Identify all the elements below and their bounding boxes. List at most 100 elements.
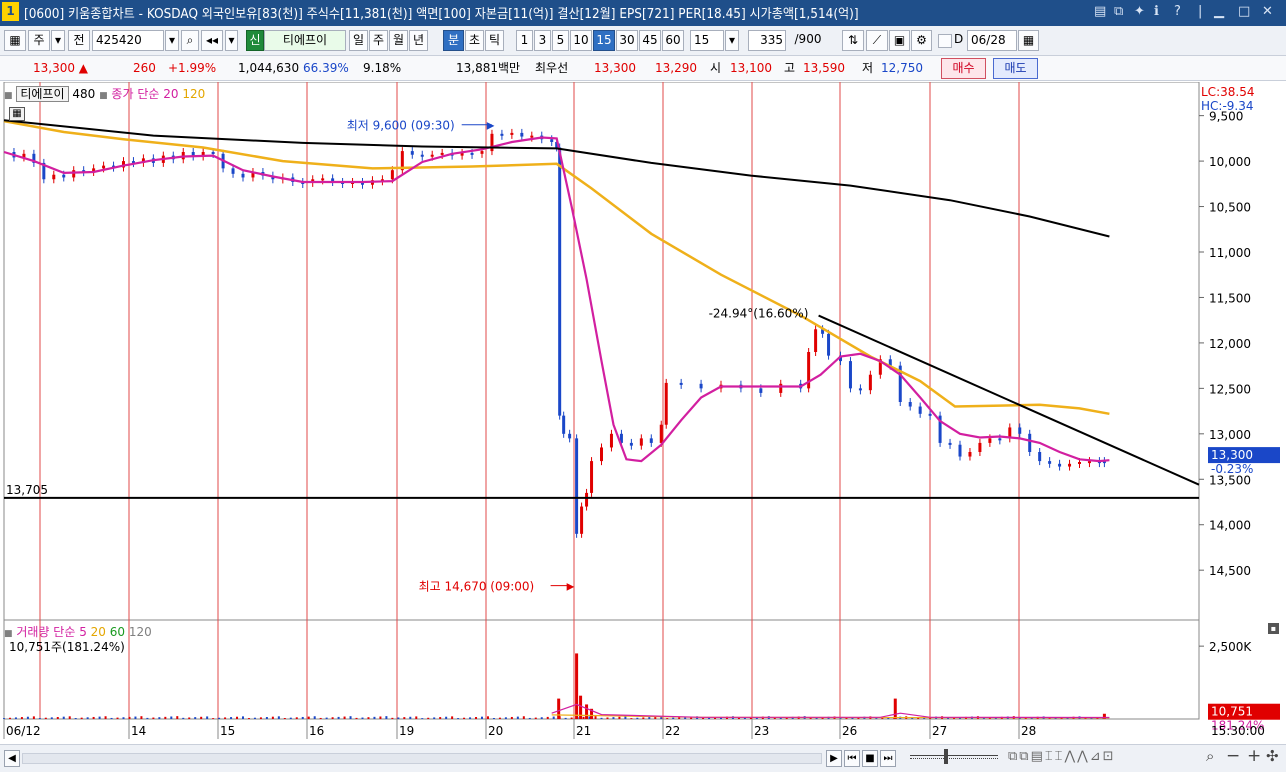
volume-bar	[575, 653, 579, 719]
scroll-left-icon[interactable]: ◀	[4, 750, 20, 767]
volume-bar	[182, 717, 185, 719]
candle-body	[998, 438, 1002, 441]
stock-code-input[interactable]: 425420	[92, 30, 164, 51]
volume-bar	[522, 716, 525, 719]
tab-minute[interactable]: 분	[443, 30, 464, 51]
scroll-right-icon[interactable]: ▶	[826, 750, 842, 767]
table-view-icon[interactable]: ▦	[9, 107, 25, 121]
tab-week[interactable]: 주	[369, 30, 388, 51]
volume-bar	[110, 717, 113, 719]
legend-ma20: 20	[163, 87, 179, 101]
volume-panel-menu-icon[interactable]: ▪	[1268, 623, 1279, 634]
last-page-icon[interactable]: ⏭	[880, 750, 896, 767]
copy-icon[interactable]: ⧉	[1114, 4, 1123, 19]
volume-bar	[325, 717, 328, 719]
volume-bar	[391, 717, 394, 719]
sell-button[interactable]: 매도	[993, 58, 1038, 79]
volume-bar	[678, 717, 681, 719]
x-tick-label: 21	[576, 724, 591, 738]
compare-icon[interactable]: ⇅	[842, 30, 864, 51]
zoom-out-icon[interactable]: −	[1226, 746, 1240, 766]
date-input[interactable]: 06/28	[967, 30, 1017, 51]
candle-body	[1038, 452, 1042, 462]
help-icon[interactable]: ?	[1174, 4, 1181, 19]
volume-current: 10,751주(181.24%)	[9, 640, 125, 654]
tab-day[interactable]: 일	[349, 30, 368, 51]
maximize-icon[interactable]: □	[1238, 4, 1250, 19]
volume-bar	[146, 717, 149, 719]
chart-settings-icon[interactable]: ▦	[4, 30, 26, 51]
interval-60[interactable]: 60	[662, 30, 684, 51]
prev-button[interactable]: 전	[68, 30, 90, 51]
candle-body	[390, 170, 394, 180]
move-icon[interactable]: ✣	[1266, 747, 1279, 765]
stop-icon[interactable]: ■	[862, 750, 878, 767]
interval-15[interactable]: 15	[593, 30, 615, 51]
candle-body	[1058, 463, 1062, 467]
first-page-icon[interactable]: ⏮	[844, 750, 860, 767]
candle-body	[52, 174, 56, 180]
candle-body	[948, 442, 952, 445]
interval-3[interactable]: 3	[534, 30, 551, 51]
trend-tool-icon[interactable]: ⟋	[866, 30, 888, 51]
trendline-descending	[818, 314, 1200, 486]
tab-month[interactable]: 월	[389, 30, 408, 51]
close-icon[interactable]: ✕	[1262, 4, 1273, 19]
volume-bar	[439, 717, 442, 719]
legend-stock-name[interactable]: 티에프이	[16, 86, 69, 102]
zoom-search-icon[interactable]: ⌕	[1206, 747, 1214, 765]
volume-bar	[313, 716, 316, 719]
volume-bar	[200, 716, 203, 719]
save-icon[interactable]: ▣	[889, 30, 910, 51]
tab-year[interactable]: 년	[409, 30, 428, 51]
tab-tick[interactable]: 틱	[485, 30, 504, 51]
pin-icon[interactable]: ✦	[1134, 4, 1145, 19]
chart-area[interactable]: 06/12 14 15 16 19 20 21 22 23 26 27 28 9,500 10,000 10…	[0, 81, 1286, 742]
zoom-slider[interactable]	[910, 755, 998, 759]
candle-body	[520, 132, 524, 137]
volume-bar	[510, 716, 513, 719]
zoom-slider-handle[interactable]	[944, 749, 948, 764]
calendar-icon[interactable]: ▦	[1018, 30, 1039, 51]
interval-dropdown-icon[interactable]: ▾	[725, 30, 739, 51]
info-icon[interactable]: ℹ	[1154, 4, 1159, 19]
stock-name-field[interactable]: 티에프이	[264, 30, 346, 51]
zoom-in-icon[interactable]: +	[1247, 746, 1261, 766]
minimize-icon[interactable]: ▁	[1214, 4, 1224, 19]
plot-frame	[3, 81, 1200, 720]
period-button[interactable]: 주	[28, 30, 50, 51]
candle-body	[609, 433, 613, 448]
interval-1[interactable]: 1	[516, 30, 533, 51]
volume-bar	[62, 716, 65, 719]
x-tick-label: 26	[842, 724, 857, 738]
interval-10[interactable]: 10	[570, 30, 592, 51]
grid-icon[interactable]: ▤	[1094, 4, 1106, 19]
interval-30[interactable]: 30	[616, 30, 638, 51]
speaker-icon[interactable]: ◂◂	[201, 30, 223, 51]
gear-icon[interactable]: ⚙	[911, 30, 932, 51]
interval-45[interactable]: 45	[639, 30, 661, 51]
date-checkbox[interactable]	[938, 34, 952, 48]
volume-bar	[504, 717, 507, 719]
interval-5[interactable]: 5	[552, 30, 569, 51]
volume-bar	[839, 718, 842, 719]
code-dropdown-icon[interactable]: ▾	[165, 30, 179, 51]
lc-label: LC:38.54	[1201, 85, 1255, 99]
y-tick-label: 14,000	[1209, 519, 1251, 533]
bid-price: 13,290	[655, 61, 697, 75]
price-chart-svg[interactable]: 06/12 14 15 16 19 20 21 22 23 26 27 289,50010,00010…	[0, 81, 1286, 742]
trendline-angle-label: -24.94°(16.60%)	[709, 307, 809, 321]
count-input[interactable]: 335	[748, 30, 786, 51]
hline-label: 13,705	[6, 483, 48, 497]
chevron-down-icon[interactable]: ▾	[51, 30, 65, 51]
search-icon[interactable]: ⌕	[181, 30, 199, 51]
horizontal-scrollbar[interactable]	[22, 753, 822, 764]
speaker-dropdown-icon[interactable]: ▾	[225, 30, 238, 51]
time-label: 15:30:00	[1211, 724, 1265, 738]
drawing-tools-icon[interactable]: ⧉⧉▤⌶⌶⋀⋀⊿⊡	[1008, 749, 1116, 764]
tab-second[interactable]: 초	[465, 30, 484, 51]
volume-bar	[98, 716, 101, 719]
buy-button[interactable]: 매수	[941, 58, 986, 79]
candle-body	[562, 415, 566, 434]
interval-select[interactable]: 15	[690, 30, 724, 51]
